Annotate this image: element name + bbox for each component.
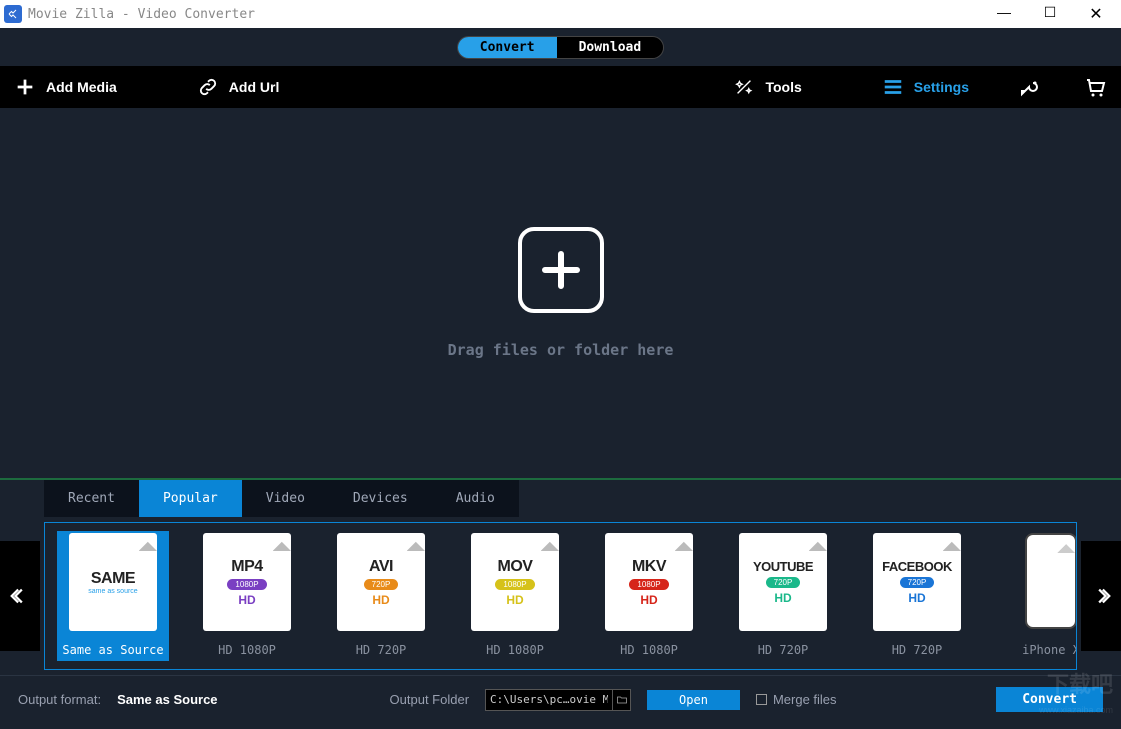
output-format-label: Output format: bbox=[18, 692, 101, 707]
open-button[interactable]: Open bbox=[647, 690, 740, 710]
plus-icon bbox=[14, 76, 36, 98]
add-url-label: Add Url bbox=[229, 79, 280, 95]
format-card[interactable]: iPhone X bbox=[995, 531, 1077, 661]
format-caption: HD 1080P bbox=[620, 639, 678, 661]
tab-convert[interactable]: Convert bbox=[458, 37, 557, 58]
link-icon bbox=[197, 76, 219, 98]
format-thumb: MKV1080PHD bbox=[605, 533, 693, 631]
format-tabs: RecentPopularVideoDevicesAudio bbox=[0, 480, 1121, 517]
format-caption: HD 720P bbox=[356, 639, 407, 661]
browse-folder-button[interactable] bbox=[612, 690, 630, 710]
key-button[interactable] bbox=[1019, 75, 1043, 99]
output-format-value: Same as Source bbox=[117, 692, 217, 707]
format-card[interactable]: YOUTUBE720PHD HD 720P bbox=[727, 531, 839, 661]
drop-text: Drag files or folder here bbox=[448, 341, 674, 359]
format-tab-video[interactable]: Video bbox=[242, 480, 329, 517]
format-list: SAMEsame as source Same as Source MP4108… bbox=[44, 522, 1077, 670]
merge-files-checkbox[interactable]: Merge files bbox=[756, 692, 837, 707]
checkbox-icon bbox=[756, 694, 767, 705]
window-title: Movie Zilla - Video Converter bbox=[28, 7, 255, 22]
merge-files-label: Merge files bbox=[773, 692, 837, 707]
format-next-button[interactable] bbox=[1081, 541, 1121, 651]
format-caption: HD 720P bbox=[758, 639, 809, 661]
key-icon bbox=[1019, 75, 1043, 99]
cart-icon bbox=[1083, 75, 1107, 99]
format-tab-recent[interactable]: Recent bbox=[44, 480, 139, 517]
format-thumb: AVI720PHD bbox=[337, 533, 425, 631]
folder-icon bbox=[616, 694, 628, 706]
format-card[interactable]: MOV1080PHD HD 1080P bbox=[459, 531, 571, 661]
format-tab-popular[interactable]: Popular bbox=[139, 480, 242, 517]
format-caption: HD 1080P bbox=[218, 639, 276, 661]
plus-large-icon bbox=[537, 246, 585, 294]
menu-icon bbox=[882, 76, 904, 98]
titlebar: Movie Zilla - Video Converter — ☐ ✕ bbox=[0, 0, 1121, 28]
format-card[interactable]: MP41080PHD HD 1080P bbox=[191, 531, 303, 661]
settings-button[interactable]: Settings bbox=[882, 76, 969, 98]
output-folder-field bbox=[485, 689, 631, 711]
output-folder-input[interactable] bbox=[486, 693, 612, 706]
toolbar: Add Media Add Url Tools Settings bbox=[0, 66, 1121, 108]
format-caption: HD 1080P bbox=[486, 639, 544, 661]
drop-area[interactable]: Drag files or folder here bbox=[0, 108, 1121, 478]
add-media-button[interactable]: Add Media bbox=[14, 76, 117, 98]
format-tab-audio[interactable]: Audio bbox=[432, 480, 519, 517]
convert-button[interactable]: Convert bbox=[996, 687, 1103, 712]
format-caption: HD 720P bbox=[892, 639, 943, 661]
app-logo bbox=[4, 5, 22, 23]
bottom-bar: Output format: Same as Source Output Fol… bbox=[0, 675, 1121, 723]
format-thumb: YOUTUBE720PHD bbox=[739, 533, 827, 631]
format-thumb: FACEBOOK720PHD bbox=[873, 533, 961, 631]
add-media-label: Add Media bbox=[46, 79, 117, 95]
format-tab-devices[interactable]: Devices bbox=[329, 480, 432, 517]
settings-label: Settings bbox=[914, 79, 969, 95]
drop-plus-button[interactable] bbox=[518, 227, 604, 313]
format-thumb: SAMEsame as source bbox=[69, 533, 157, 631]
format-thumb: MP41080PHD bbox=[203, 533, 291, 631]
format-thumb: MOV1080PHD bbox=[471, 533, 559, 631]
format-card[interactable]: AVI720PHD HD 720P bbox=[325, 531, 437, 661]
tools-button[interactable]: Tools bbox=[733, 76, 801, 98]
mode-row: Convert Download bbox=[0, 28, 1121, 66]
format-caption: iPhone X bbox=[1022, 639, 1077, 661]
tools-label: Tools bbox=[765, 79, 801, 95]
minimize-button[interactable]: — bbox=[995, 4, 1013, 24]
format-card[interactable]: SAMEsame as source Same as Source bbox=[57, 531, 169, 661]
format-prev-button[interactable] bbox=[0, 541, 40, 651]
maximize-button[interactable]: ☐ bbox=[1041, 4, 1059, 24]
wand-icon bbox=[733, 76, 755, 98]
tab-download[interactable]: Download bbox=[557, 37, 664, 58]
close-button[interactable]: ✕ bbox=[1087, 4, 1105, 24]
format-card[interactable]: FACEBOOK720PHD HD 720P bbox=[861, 531, 973, 661]
add-url-button[interactable]: Add Url bbox=[197, 76, 280, 98]
cart-button[interactable] bbox=[1083, 75, 1107, 99]
format-caption: Same as Source bbox=[62, 639, 163, 661]
format-card[interactable]: MKV1080PHD HD 1080P bbox=[593, 531, 705, 661]
output-folder-label: Output Folder bbox=[390, 692, 470, 707]
phone-thumb bbox=[1025, 533, 1077, 629]
format-panel: RecentPopularVideoDevicesAudio SAMEsame … bbox=[0, 478, 1121, 675]
